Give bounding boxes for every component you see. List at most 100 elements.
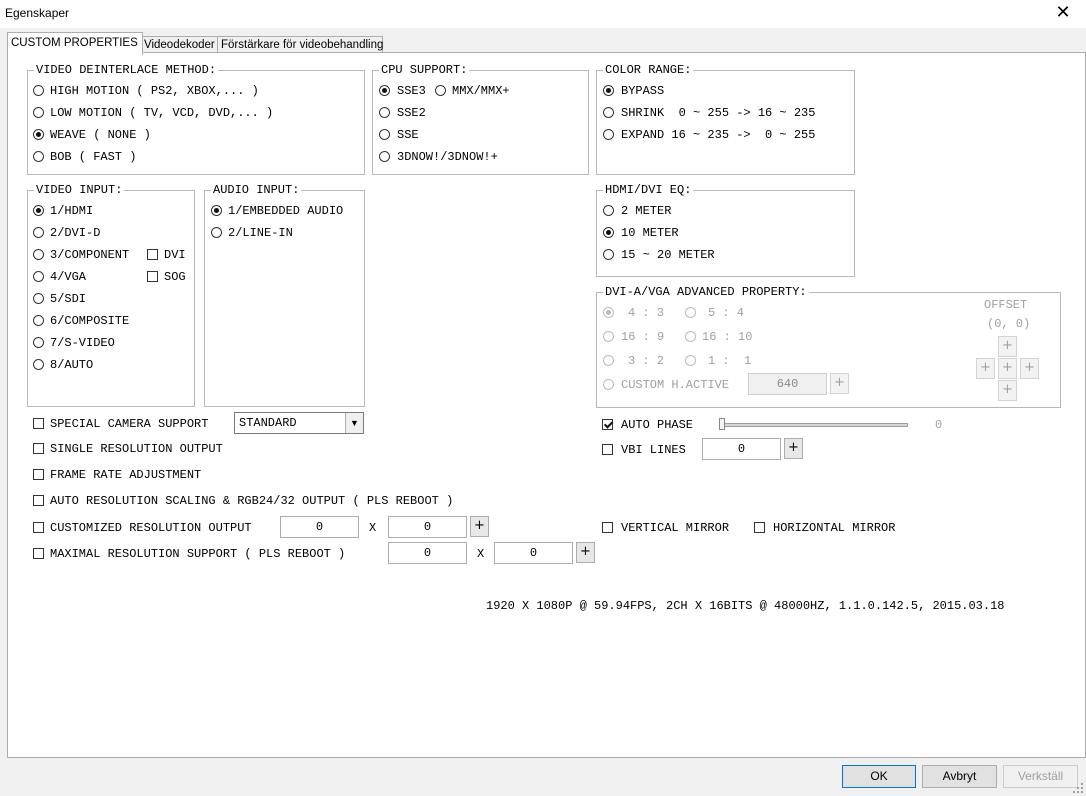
- label-ratio-3-2: 3 : 2: [628, 354, 665, 368]
- auto-phase-slider-track[interactable]: [720, 423, 908, 427]
- cancel-button[interactable]: Avbryt: [922, 765, 997, 788]
- vbi-lines-input[interactable]: 0: [702, 438, 781, 460]
- deinterlace-title: VIDEO DEINTERLACE METHOD:: [34, 63, 219, 77]
- radio-embedded-audio[interactable]: [211, 205, 222, 216]
- max-resolution-plus-button[interactable]: +: [576, 542, 595, 563]
- radio-ratio-3-2[interactable]: [603, 355, 614, 366]
- radio-hdmi[interactable]: [33, 205, 44, 216]
- label-sse2: SSE2: [397, 106, 426, 120]
- radio-sse3[interactable]: [379, 85, 390, 96]
- checkbox-frame-rate[interactable]: [33, 469, 44, 480]
- auto-phase-slider-thumb[interactable]: [719, 418, 725, 430]
- resize-grip-icon[interactable]: [1072, 782, 1084, 794]
- vbi-lines-plus-button[interactable]: +: [784, 438, 803, 459]
- label-dvi: DVI: [164, 248, 186, 262]
- label-ratio-16-10: 16 : 10: [702, 330, 753, 344]
- checkbox-single-resolution[interactable]: [33, 443, 44, 454]
- radio-auto[interactable]: [33, 359, 44, 370]
- radio-shrink[interactable]: [603, 107, 614, 118]
- audio-input-group: AUDIO INPUT:: [204, 183, 365, 407]
- checkbox-maximal-resolution[interactable]: [33, 548, 44, 559]
- radio-low-motion[interactable]: [33, 107, 44, 118]
- label-customized-resolution: CUSTOMIZED RESOLUTION OUTPUT: [50, 521, 252, 535]
- label-sog: SOG: [164, 270, 186, 284]
- checkbox-dvi[interactable]: [147, 249, 158, 260]
- max-height-input[interactable]: 0: [494, 542, 573, 564]
- radio-ratio-4-3[interactable]: [603, 307, 614, 318]
- radio-ratio-16-10[interactable]: [685, 331, 696, 342]
- checkbox-horizontal-mirror[interactable]: [754, 522, 765, 533]
- offset-right-button[interactable]: +: [1020, 358, 1039, 379]
- label-ratio-5-4: 5 : 4: [708, 306, 745, 320]
- auto-phase-value: 0: [935, 418, 943, 432]
- checkbox-sog[interactable]: [147, 271, 158, 282]
- label-high-motion: HIGH MOTION ( PS2, XBOX,... ): [50, 84, 259, 98]
- custom-width-input[interactable]: 0: [280, 516, 359, 538]
- label-expand: EXPAND 16 ~ 235 -> 0 ~ 255: [621, 128, 816, 142]
- custom-resolution-plus-button[interactable]: +: [470, 516, 489, 537]
- ok-button[interactable]: OK: [842, 765, 916, 788]
- offset-center-button[interactable]: +: [998, 358, 1017, 379]
- label-hdmi: 1/HDMI: [50, 204, 94, 218]
- radio-weave[interactable]: [33, 129, 44, 140]
- checkbox-vertical-mirror[interactable]: [602, 522, 613, 533]
- radio-expand[interactable]: [603, 129, 614, 140]
- label-ratio-4-3: 4 : 3: [628, 306, 665, 320]
- radio-dvi-d[interactable]: [33, 227, 44, 238]
- radio-mmx[interactable]: [435, 85, 446, 96]
- checkbox-auto-resolution[interactable]: [33, 495, 44, 506]
- radio-custom-h-active[interactable]: [603, 379, 614, 390]
- radio-ratio-1-1[interactable]: [685, 355, 696, 366]
- label-10-meter: 10 METER: [621, 226, 679, 240]
- checkbox-customized-resolution[interactable]: [33, 522, 44, 533]
- offset-left-button[interactable]: +: [976, 358, 995, 379]
- radio-bypass[interactable]: [603, 85, 614, 96]
- close-icon[interactable]: ✕: [1040, 0, 1086, 28]
- label-component: 3/COMPONENT: [50, 248, 130, 262]
- radio-vga[interactable]: [33, 271, 44, 282]
- label-vertical-mirror: VERTICAL MIRROR: [621, 521, 730, 535]
- label-ratio-16-9: 16 : 9: [621, 330, 665, 344]
- max-x-label: X: [477, 547, 485, 561]
- offset-down-button[interactable]: +: [998, 380, 1017, 401]
- checkbox-vbi-lines[interactable]: [602, 444, 613, 455]
- radio-3dnow[interactable]: [379, 151, 390, 162]
- radio-component[interactable]: [33, 249, 44, 260]
- label-3dnow: 3DNOW!/3DNOW!+: [397, 150, 498, 164]
- radio-composite[interactable]: [33, 315, 44, 326]
- radio-10-meter[interactable]: [603, 227, 614, 238]
- radio-ratio-16-9[interactable]: [603, 331, 614, 342]
- label-line-in: 2/LINE-IN: [228, 226, 293, 240]
- max-width-input[interactable]: 0: [388, 542, 467, 564]
- checkbox-special-camera[interactable]: [33, 418, 44, 429]
- offset-value: (0, 0): [987, 317, 1031, 331]
- title-bar: Egenskaper ✕: [0, 0, 1086, 29]
- label-sse: SSE: [397, 128, 419, 142]
- label-embedded-audio: 1/EMBEDDED AUDIO: [228, 204, 344, 218]
- radio-line-in[interactable]: [211, 227, 222, 238]
- radio-s-video[interactable]: [33, 337, 44, 348]
- radio-ratio-5-4[interactable]: [685, 307, 696, 318]
- radio-bob[interactable]: [33, 151, 44, 162]
- radio-sse2[interactable]: [379, 107, 390, 118]
- tab-custom-properties[interactable]: CUSTOM PROPERTIES: [7, 32, 143, 55]
- label-special-camera: SPECIAL CAMERA SUPPORT: [50, 417, 209, 431]
- apply-button[interactable]: Verkställ: [1003, 765, 1078, 788]
- label-sdi: 5/SDI: [50, 292, 87, 306]
- checkbox-auto-phase[interactable]: [602, 419, 613, 430]
- status-text: 1920 X 1080P @ 59.94FPS, 2CH X 16BITS @ …: [486, 599, 1005, 613]
- radio-sse[interactable]: [379, 129, 390, 140]
- radio-2-meter[interactable]: [603, 205, 614, 216]
- custom-height-input[interactable]: 0: [388, 516, 467, 538]
- radio-high-motion[interactable]: [33, 85, 44, 96]
- radio-15-20-meter[interactable]: [603, 249, 614, 260]
- video-input-title: VIDEO INPUT:: [34, 183, 125, 197]
- custom-h-active-plus-button[interactable]: +: [830, 373, 849, 394]
- camera-mode-select[interactable]: STANDARD ▼: [234, 412, 364, 434]
- chevron-down-icon: ▼: [345, 413, 363, 433]
- custom-h-active-input[interactable]: 640: [748, 373, 827, 395]
- label-single-resolution: SINGLE RESOLUTION OUTPUT: [50, 442, 223, 456]
- label-shrink: SHRINK 0 ~ 255 -> 16 ~ 235: [621, 106, 816, 120]
- offset-up-button[interactable]: +: [998, 336, 1017, 357]
- radio-sdi[interactable]: [33, 293, 44, 304]
